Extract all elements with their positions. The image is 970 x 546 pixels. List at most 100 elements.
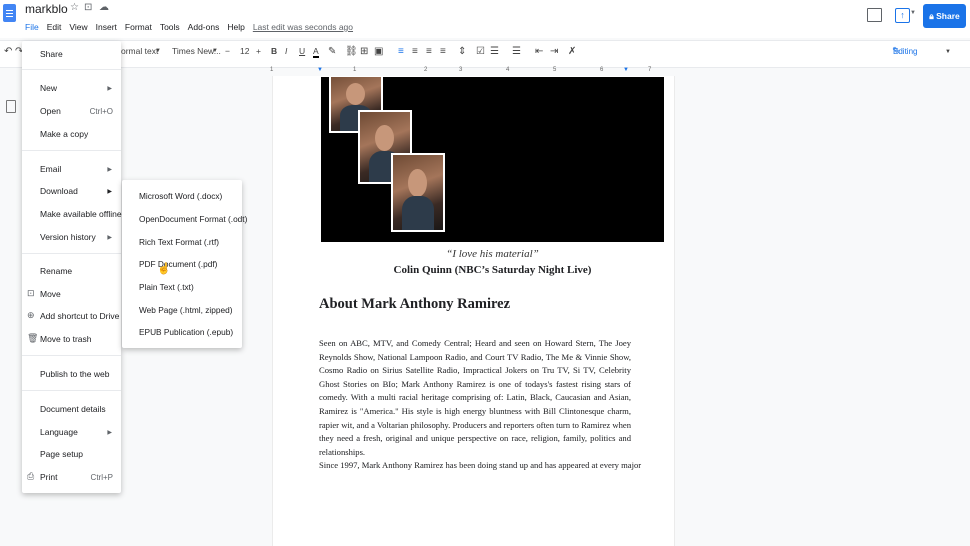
align-left-icon[interactable]: ≡ (398, 46, 404, 57)
menu-item-page-setup[interactable]: Page setup (40, 449, 83, 459)
menu-item-share[interactable]: Share (40, 49, 63, 59)
download-pdf[interactable]: PDF Document (.pdf) (139, 259, 217, 269)
highlight-icon[interactable]: ✎ (328, 46, 336, 57)
menu-item-language[interactable]: Language (40, 427, 78, 437)
section-heading: About Mark Anthony Ramirez (319, 296, 511, 312)
menu-item-publish[interactable]: Publish to the web (40, 369, 109, 379)
trash-icon: 🗑︎ (27, 333, 39, 343)
increase-indent-icon[interactable]: ⇥ (550, 46, 558, 57)
submenu-arrow-icon: ▶ (107, 167, 112, 173)
line-spacing-icon[interactable]: ⇕ (458, 46, 466, 57)
submenu-arrow-icon: ▶ (107, 86, 112, 92)
ruler-tick: 1 (270, 67, 274, 73)
menu-edit[interactable]: Edit (47, 22, 62, 32)
comment-history-icon[interactable] (867, 8, 882, 22)
decrease-font-size-button[interactable]: − (225, 46, 230, 56)
indent-marker-icon[interactable]: ▼ (317, 67, 323, 73)
menu-format[interactable]: Format (125, 22, 152, 32)
link-icon[interactable]: ⛓ (345, 46, 358, 57)
increase-font-size-button[interactable]: + (256, 46, 261, 56)
menu-item-new[interactable]: New (40, 83, 57, 93)
last-edit-link[interactable]: Last edit was seconds ago (253, 22, 353, 32)
quote-author: Colin Quinn (NBC’s Saturday Night Live) (393, 264, 592, 276)
drive-shortcut-icon: ⊕ (27, 310, 35, 320)
align-center-icon[interactable]: ≡ (412, 46, 418, 57)
chevron-down-icon[interactable]: ▼ (945, 49, 951, 55)
download-docx[interactable]: Microsoft Word (.docx) (139, 191, 222, 201)
menu-item-make-copy[interactable]: Make a copy (40, 129, 88, 139)
ruler[interactable]: 1 ▼ 1 2 3 4 5 6 ▼ 7 (270, 67, 670, 76)
menu-item-add-shortcut[interactable]: Add shortcut to Drive (40, 311, 119, 321)
bold-button[interactable]: B (271, 46, 277, 56)
shortcut-label: Ctrl+O (89, 107, 113, 116)
ruler-tick: 5 (553, 67, 557, 73)
shortcut-label: Ctrl+P (90, 473, 113, 482)
document-outline-icon[interactable] (6, 100, 16, 113)
underline-button[interactable]: U (299, 46, 305, 56)
menu-item-print[interactable]: Print (40, 472, 57, 482)
text-color-button[interactable]: A (313, 46, 319, 58)
ruler-tick: 7 (648, 67, 652, 73)
italic-button[interactable]: I (285, 46, 287, 56)
menu-view[interactable]: View (69, 22, 87, 32)
right-margin-marker-icon[interactable]: ▼ (623, 67, 629, 73)
comedian-photo[interactable] (321, 77, 664, 242)
comment-icon[interactable]: ⊞ (360, 46, 368, 57)
menu-insert[interactable]: Insert (96, 22, 117, 32)
clear-formatting-icon[interactable]: ✗ (568, 46, 576, 57)
cloud-status-icon[interactable]: ☁ (99, 2, 109, 13)
align-justify-icon[interactable]: ≡ (440, 46, 446, 57)
menu-item-open[interactable]: Open (40, 106, 61, 116)
menu-item-download[interactable]: Download (40, 186, 78, 196)
top-bar: markblo ☆ ⊡ ☁ File Edit View Insert Format To… (0, 0, 970, 38)
body-paragraph: Seen on ABC, MTV, and Comedy Central; He… (319, 338, 631, 457)
decrease-indent-icon[interactable]: ⇤ (535, 46, 543, 57)
star-icon[interactable]: ☆ (70, 2, 79, 13)
move-folder-icon[interactable]: ⊡ (84, 2, 92, 13)
download-html[interactable]: Web Page (.html, zipped) (139, 305, 232, 315)
undo-icon[interactable]: ↶ (4, 46, 12, 57)
toolbar: ↶ ↷ ormal text ▼ Times New... ▼ − 12 + B… (0, 40, 970, 68)
menu-item-move[interactable]: Move (40, 289, 61, 299)
editing-mode-select[interactable]: Editing (893, 47, 917, 56)
numbered-list-icon[interactable]: ☰ (512, 46, 521, 57)
download-rtf[interactable]: Rich Text Format (.rtf) (139, 237, 219, 247)
menu-file[interactable]: File (25, 22, 39, 32)
move-icon: ⊡ (27, 288, 35, 298)
menu-tools[interactable]: Tools (160, 22, 180, 32)
submenu-arrow-icon: ▶ (107, 189, 112, 195)
present-icon[interactable]: ↑ (895, 8, 910, 23)
download-txt[interactable]: Plain Text (.txt) (139, 282, 194, 292)
menu-bar: File Edit View Insert Format Tools Add-ons Help… (25, 22, 361, 32)
menu-item-rename[interactable]: Rename (40, 266, 72, 276)
menu-help[interactable]: Help (227, 22, 244, 32)
download-submenu: Microsoft Word (.docx) OpenDocument Form… (122, 180, 247, 348)
body-paragraph: Since 1997, Mark Anthony Ramirez has bee… (319, 460, 642, 470)
mouse-pointer-icon: ☝ (157, 263, 171, 275)
photo-thumbnail (391, 153, 445, 232)
checklist-icon[interactable]: ☑ (476, 46, 485, 57)
image-icon[interactable]: ▣ (374, 46, 383, 57)
menu-item-email[interactable]: Email (40, 164, 61, 174)
menu-item-document-details[interactable]: Document details (40, 404, 106, 414)
style-select[interactable]: ormal text (121, 46, 158, 56)
chevron-down-icon[interactable]: ▼ (155, 48, 161, 54)
bulleted-list-icon[interactable]: ☰ (490, 46, 499, 57)
download-epub[interactable]: EPUB Publication (.epub) (139, 327, 233, 337)
docs-logo-icon[interactable] (3, 4, 16, 22)
share-label: Share (936, 11, 960, 21)
share-button[interactable]: 🔒︎ Share (923, 4, 966, 28)
menu-item-move-to-trash[interactable]: Move to trash (40, 334, 92, 344)
download-odt[interactable]: OpenDocument Format (.odt) (139, 214, 247, 224)
ruler-tick: 1 (353, 67, 357, 73)
menu-item-version-history[interactable]: Version history (40, 232, 96, 242)
chevron-down-icon[interactable]: ▼ (910, 10, 916, 16)
align-right-icon[interactable]: ≡ (426, 46, 432, 57)
font-size-input[interactable]: 12 (240, 46, 249, 56)
menu-item-make-offline[interactable]: Make available offline (40, 209, 122, 219)
document-title[interactable]: markblo (25, 2, 68, 16)
chevron-down-icon[interactable]: ▼ (212, 48, 218, 54)
menu-addons[interactable]: Add-ons (188, 22, 220, 32)
file-menu: Share New ▶ Open Ctrl+O Make a copy Emai… (22, 41, 122, 493)
submenu-arrow-icon: ▶ (107, 235, 112, 241)
